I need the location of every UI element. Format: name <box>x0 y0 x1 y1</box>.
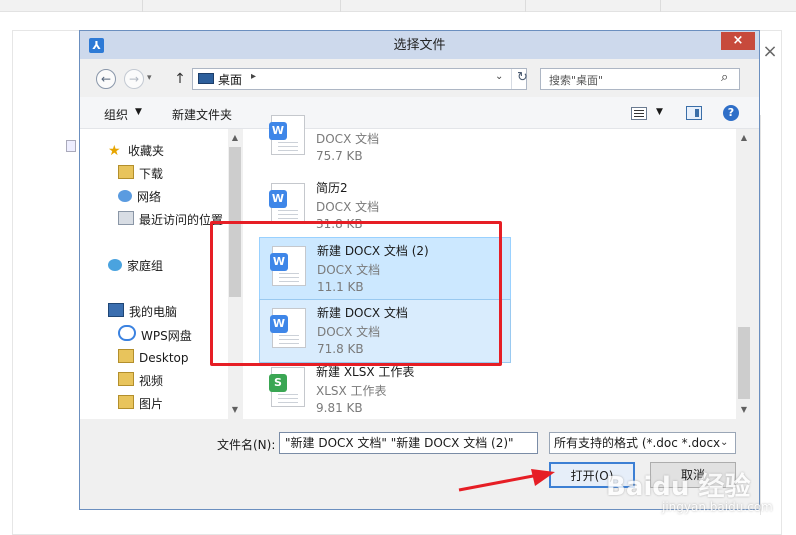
search-box[interactable]: ⌕ <box>540 68 740 91</box>
nav-item-label: Desktop <box>139 351 189 365</box>
up-arrow-icon[interactable]: ↑ <box>172 69 188 89</box>
view-chevron-down-icon[interactable]: ▼ <box>656 107 663 117</box>
organize-chevron-down-icon[interactable]: ▼ <box>135 107 142 117</box>
file-size: 75.7 KB <box>316 149 363 163</box>
background-side-panel <box>760 115 782 515</box>
nav-scroll-up-icon[interactable]: ▲ <box>228 133 242 142</box>
nav-item-wps-cloud[interactable]: WPS网盘 <box>118 325 192 345</box>
history-chevron-down-icon[interactable]: ▾ <box>147 73 152 83</box>
videos-folder-icon <box>118 372 134 386</box>
nav-item-favorites[interactable]: ★ 收藏夹 <box>108 141 164 161</box>
nav-item-label: 我的电脑 <box>129 305 178 319</box>
filename-input[interactable]: "新建 DOCX 文档" "新建 DOCX 文档 (2)" <box>279 432 538 454</box>
wps-writer-icon: W <box>269 122 287 140</box>
nav-item-label: 家庭组 <box>127 259 164 273</box>
list-scroll-up-icon[interactable]: ▲ <box>737 133 751 142</box>
xlsx-file-icon: S <box>269 367 305 407</box>
nav-item-pictures[interactable]: 图片 <box>118 394 163 414</box>
preview-pane-icon[interactable] <box>686 106 702 120</box>
nav-item-label: 图片 <box>139 397 164 411</box>
file-type: DOCX 文档 <box>316 132 380 146</box>
file-item[interactable]: W DOCX 文档 75.7 KB <box>259 107 509 169</box>
filetype-chevron-down-icon[interactable]: ⌄ <box>720 437 728 448</box>
close-button[interactable]: × <box>721 32 755 50</box>
recent-places-icon <box>118 211 134 225</box>
nav-item-recent[interactable]: 最近访问的位置 <box>118 210 223 230</box>
wps-writer-icon: W <box>269 190 287 208</box>
file-item[interactable]: S 新建 XLSX 工作表 XLSX 工作表 9.81 KB <box>259 359 509 421</box>
search-input[interactable] <box>541 69 721 91</box>
file-type: DOCX 文档 <box>316 200 380 214</box>
filetype-select[interactable]: 所有支持的格式 (*.doc *.docx <box>549 432 736 454</box>
docx-file-icon: W <box>269 115 305 155</box>
nav-item-desktop[interactable]: Desktop <box>118 348 189 368</box>
list-scroll-down-icon[interactable]: ▼ <box>737 405 751 414</box>
filename-label: 文件名(N): <box>217 438 276 452</box>
file-size: 9.81 KB <box>316 401 363 415</box>
dialog-title: 选择文件 <box>393 38 446 53</box>
baidu-watermark: Baidu 经验 <box>606 472 751 502</box>
help-icon[interactable]: ? <box>723 105 739 121</box>
background-close-icon[interactable]: × <box>760 42 780 62</box>
watermark-url: jingyan.baidu.com <box>662 500 773 514</box>
cloud-icon <box>118 325 136 341</box>
nav-item-label: 下载 <box>139 167 164 181</box>
wps-spreadsheet-icon: S <box>269 374 287 392</box>
pictures-folder-icon <box>118 395 134 409</box>
nav-item-label: 收藏夹 <box>128 144 165 158</box>
file-name: 简历2 <box>316 181 348 195</box>
network-icon <box>118 190 132 202</box>
address-divider <box>511 69 512 89</box>
homegroup-icon <box>108 259 122 271</box>
background-tab-strip <box>0 0 796 12</box>
desktop-icon <box>198 73 214 84</box>
new-folder-button[interactable]: 新建文件夹 <box>172 106 232 123</box>
computer-icon <box>108 303 124 317</box>
nav-item-homegroup[interactable]: 家庭组 <box>108 256 163 276</box>
address-dropdown-icon[interactable]: ⌄ <box>495 71 503 82</box>
wps-logo-icon: ⅄ <box>89 38 104 53</box>
nav-item-label: WPS网盘 <box>141 329 192 343</box>
file-list-scroll-thumb[interactable] <box>738 327 750 399</box>
nav-item-computer[interactable]: 我的电脑 <box>108 302 177 322</box>
docx-file-icon: W <box>269 183 305 223</box>
view-options-icon[interactable] <box>631 107 647 120</box>
nav-item-label: 网络 <box>137 190 162 204</box>
downloads-folder-icon <box>118 165 134 179</box>
refresh-icon[interactable]: ↻ <box>517 70 528 85</box>
nav-item-network[interactable]: 网络 <box>118 187 161 207</box>
title-bar[interactable]: 选择文件 ⅄ × <box>80 31 759 59</box>
highlight-box <box>210 221 502 366</box>
file-type: XLSX 工作表 <box>316 384 387 398</box>
forward-arrow-icon[interactable]: → <box>124 69 144 89</box>
address-bar[interactable]: 桌面 ▸ ⌄ ↻ <box>192 68 528 90</box>
nav-item-downloads[interactable]: 下载 <box>118 164 163 184</box>
organize-button[interactable]: 组织 <box>104 106 128 123</box>
red-pointer-arrow-icon <box>458 469 555 492</box>
nav-item-label: 视频 <box>139 374 164 388</box>
star-icon: ★ <box>108 143 121 159</box>
search-icon[interactable]: ⌕ <box>721 70 728 85</box>
background-document-icon <box>66 140 76 152</box>
back-arrow-icon[interactable]: ← <box>96 69 116 89</box>
nav-item-videos[interactable]: 视频 <box>118 371 163 391</box>
breadcrumb-chevron-icon[interactable]: ▸ <box>251 71 256 82</box>
nav-scroll-down-icon[interactable]: ▼ <box>228 405 242 414</box>
folder-icon <box>118 349 134 363</box>
address-location[interactable]: 桌面 <box>218 71 242 88</box>
